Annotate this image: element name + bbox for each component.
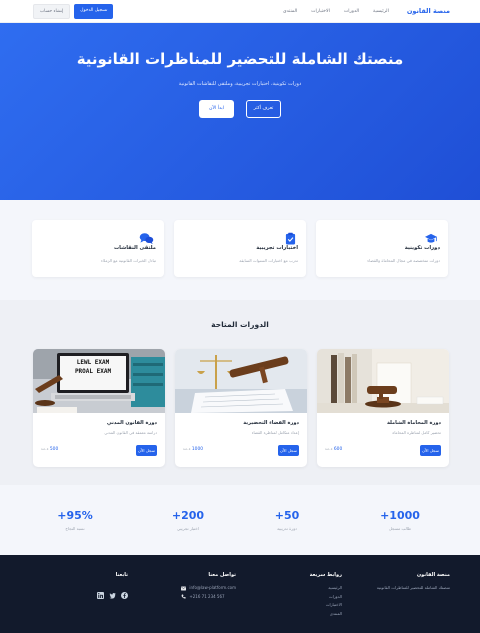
register-button[interactable]: إنشاء حساب [33, 3, 71, 19]
enroll-button[interactable]: سجل الآن [278, 445, 299, 456]
phone-text[interactable]: +216 71 234 567 [189, 593, 224, 602]
course-title: دورة القضاء التحضيرية [243, 420, 299, 426]
nav-link-courses[interactable]: الدورات [344, 9, 359, 14]
stat-label: اختبار تجريبي [177, 526, 199, 531]
hero-section: منصتك الشاملة للتحضير للمناظرات القانوني… [0, 23, 480, 200]
footer-links: روابط سريعة الرئيسية الدورات الاختبارات … [310, 572, 342, 618]
course-title: دورة القانون المدني [106, 420, 157, 426]
stat-success: 95%+ نسبة النجاح [40, 509, 110, 531]
feature-desc: تبادل الخبرات القانونية مع الزملاء [101, 258, 156, 263]
graduation-cap-icon [424, 230, 438, 244]
clipboard-check-icon [282, 230, 296, 245]
twitter-icon[interactable] [109, 584, 116, 599]
facebook-icon[interactable] [121, 584, 128, 599]
nav-links: الرئيسية الدورات الاختبارات المنتدى [283, 9, 389, 14]
brand-logo[interactable]: منصة القانون [407, 7, 450, 15]
feature-card-courses: دورات تكوينية دورات متخصصة في مجال المحا… [316, 220, 448, 277]
screen-line: PROAL EXAM [74, 368, 112, 375]
stat-courses: 50+ دورة تدريبية [252, 509, 322, 531]
footer-about: منصة القانون منصتك الشاملة للتحضير للمنا… [377, 572, 450, 593]
nav-link-exams[interactable]: الاختبارات [311, 9, 330, 14]
course-price: 500 د.ت [41, 447, 59, 452]
laptop-exam-icon: LEWL EXAM PROAL EXAM [33, 349, 165, 413]
footer-link-forum[interactable]: المنتدى [310, 610, 342, 619]
linkedin-icon[interactable] [97, 584, 104, 599]
scales-justice-icon [175, 349, 307, 413]
courses-section: الدورات المتاحة دورة المحاماة الشاملة تح… [0, 300, 480, 485]
course-card[interactable]: دورة المحاماة الشاملة تحضير كامل لمناظرة… [317, 349, 449, 467]
hero-subtitle: دورات تكوينية، اختبارات تجريبية، وملتقى … [178, 81, 302, 87]
comments-icon [139, 230, 154, 245]
course-card[interactable]: دورة القضاء التحضيرية إعداد متكامل لمناظ… [175, 349, 307, 467]
course-desc: دراسة معمقة في القانون المدني [104, 430, 157, 435]
envelope-icon [181, 586, 187, 591]
course-title: دورة المحاماة الشاملة [386, 420, 441, 426]
nav-link-forum[interactable]: المنتدى [283, 9, 297, 14]
top-navbar: منصة القانون الرئيسية الدورات الاختبارات… [0, 0, 480, 23]
contact-phone: +216 71 234 567 [181, 593, 236, 602]
footer-text: منصتك الشاملة للتحضير للمناظرات القانوني… [376, 585, 450, 590]
feature-card-exams: اختبارات تجريبية تدرب مع اختبارات السنوا… [174, 220, 306, 277]
enroll-button[interactable]: سجل الآن [136, 445, 157, 456]
stat-label: دورة تدريبية [277, 526, 297, 531]
courses-title: الدورات المتاحة [211, 320, 269, 329]
email-text[interactable]: info@law-platform.com [189, 584, 236, 593]
footer-heading: تواصل معنا [208, 572, 236, 578]
course-desc: إعداد متكامل لمناظرة القضاء [251, 430, 299, 435]
site-footer: منصة القانون منصتك الشاملة للتحضير للمنا… [0, 555, 480, 633]
stats-section: 1000+ طالب مسجل 50+ دورة تدريبية 200+ اخ… [0, 485, 480, 555]
stat-exams: 200+ اختبار تجريبي [153, 509, 223, 531]
footer-heading: تابعنا [115, 572, 128, 578]
feature-desc: دورات متخصصة في مجال المحاماة والقضاء [367, 258, 440, 263]
stat-number: 50+ [274, 509, 300, 522]
stat-label: طالب مسجل [388, 526, 412, 531]
social-icons [97, 584, 128, 599]
feature-desc: تدرب مع اختبارات السنوات السابقة [239, 258, 298, 263]
feature-title: دورات تكوينية [404, 245, 440, 251]
laptop-screen-text: LEWL EXAM PROAL EXAM [62, 358, 124, 376]
nav-link-home[interactable]: الرئيسية [373, 9, 389, 14]
footer-link-home[interactable]: الرئيسية [310, 584, 342, 593]
course-price: 1000 د.ت [183, 447, 204, 452]
course-price: 600 د.ت [325, 447, 343, 452]
footer-contact: تواصل معنا info@law-platform.com +216 71… [181, 572, 236, 601]
footer-link-exams[interactable]: الاختبارات [310, 601, 342, 610]
nav-actions: تسجيل الدخول إنشاء حساب [33, 3, 114, 19]
course-desc: تحضير كامل لمناظرة المحاماة [392, 430, 441, 435]
feature-title: ملتقى النقاشات [113, 245, 156, 251]
hero-buttons: تعرف أكثر ابدأ الآن [0, 100, 480, 118]
feature-card-forum: ملتقى النقاشات تبادل الخبرات القانونية م… [32, 220, 164, 277]
contact-email: info@law-platform.com [181, 584, 236, 593]
enroll-button[interactable]: سجل الآن [420, 445, 441, 456]
stat-label: نسبة النجاح [65, 526, 85, 531]
footer-heading: منصة القانون [416, 572, 450, 578]
stat-students: 1000+ طالب مسجل [365, 509, 435, 531]
hero-title: منصتك الشاملة للتحضير للمناظرات القانوني… [76, 50, 404, 68]
gavel-books-icon [317, 349, 449, 413]
course-card[interactable]: LEWL EXAM PROAL EXAM دورة القانون المدني… [33, 349, 165, 467]
footer-heading: روابط سريعة [309, 572, 342, 578]
footer-link-courses[interactable]: الدورات [310, 593, 342, 602]
features-section: دورات تكوينية دورات متخصصة في مجال المحا… [0, 200, 480, 300]
login-button[interactable]: تسجيل الدخول [74, 3, 114, 19]
footer-follow: تابعنا [97, 572, 128, 599]
stat-number: 1000+ [380, 509, 420, 522]
learn-more-button[interactable]: تعرف أكثر [246, 100, 281, 118]
stat-number: 95%+ [57, 509, 93, 522]
feature-title: اختبارات تجريبية [256, 245, 298, 251]
screen-line: LEWL EXAM [76, 359, 110, 366]
phone-icon [181, 594, 187, 599]
start-now-button[interactable]: ابدأ الآن [199, 100, 234, 118]
stat-number: 200+ [171, 509, 205, 522]
